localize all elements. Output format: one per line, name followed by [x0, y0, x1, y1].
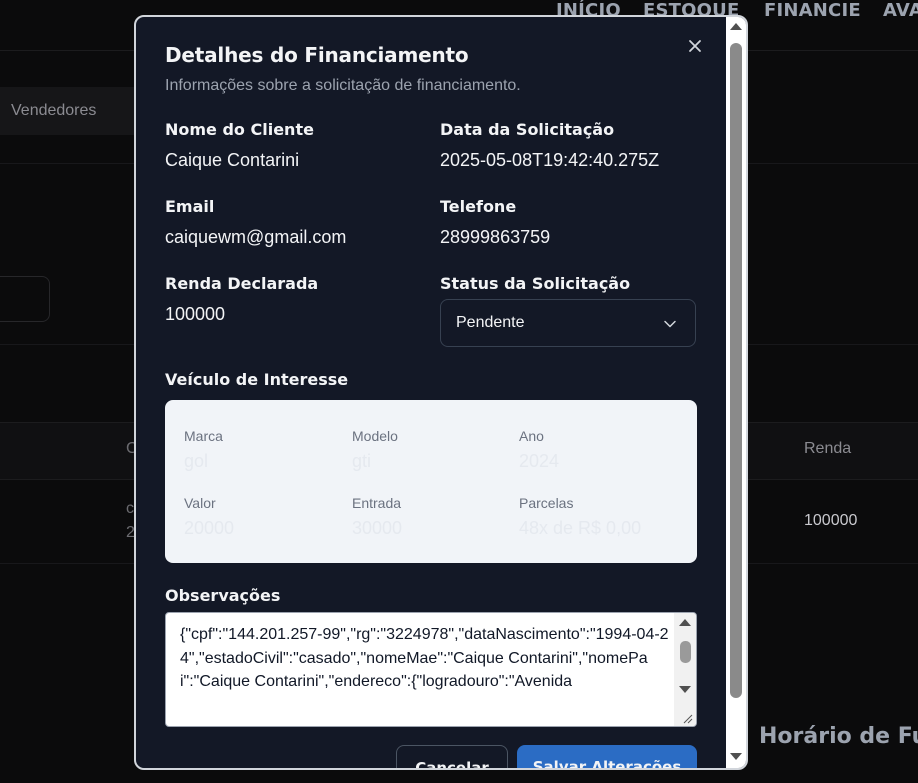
vehicle-model-value: gti: [352, 451, 372, 471]
modal-scrollbar[interactable]: [726, 17, 746, 768]
client-name-value: Caique Contarini: [165, 150, 300, 170]
observations-text: {"cpf":"144.201.257-99","rg":"3224978","…: [180, 626, 669, 690]
vehicle-price-label: Valor: [184, 495, 216, 511]
section-heading-horario: Horário de Fu: [759, 724, 918, 749]
vehicle-installments-label: Parcelas: [519, 495, 574, 511]
vehicle-price-value: 20000: [184, 518, 235, 538]
observations-textarea[interactable]: {"cpf":"144.201.257-99","rg":"3224978","…: [165, 612, 697, 727]
cancel-button[interactable]: Cancelar: [396, 745, 508, 770]
tab-vendedores-label: Vendedores: [11, 102, 97, 119]
table-cell: c: [126, 500, 134, 517]
request-date-value: 2025-05-08T19:42:40.275Z: [440, 150, 660, 170]
background-input[interactable]: [0, 276, 50, 322]
modal-subtitle: Informações sobre a solicitação de finan…: [165, 77, 521, 94]
table-cell-renda: 100000: [804, 512, 858, 529]
observations-label: Observações: [165, 586, 281, 605]
scroll-thumb[interactable]: [680, 641, 691, 663]
vehicle-year-label: Ano: [519, 428, 544, 444]
vehicle-card: Marca gol Modelo gti Ano 2024 Valor 2000…: [165, 400, 697, 563]
vehicle-down-payment-label: Entrada: [352, 495, 402, 511]
request-date-label: Data da Solicitação: [440, 120, 615, 139]
save-changes-button[interactable]: Salvar Alterações: [517, 745, 697, 770]
observations-scrollbar[interactable]: [674, 613, 696, 726]
scroll-down-arrow-icon[interactable]: [730, 753, 742, 760]
client-name-label: Nome do Cliente: [165, 120, 314, 139]
phone-label: Telefone: [440, 197, 517, 216]
vehicle-heading: Veículo de Interesse: [165, 370, 349, 389]
cancel-button-label: Cancelar: [415, 759, 489, 770]
income-label: Renda Declarada: [165, 274, 319, 293]
chevron-down-icon: [664, 320, 676, 328]
table-header-renda: Renda: [804, 440, 852, 457]
status-select[interactable]: Pendente: [440, 299, 696, 347]
modal-title: Detalhes do Financiamento: [165, 43, 469, 67]
phone-value: 28999863759: [440, 227, 551, 247]
save-button-label: Salvar Alterações: [532, 758, 682, 770]
close-icon: [689, 40, 701, 52]
vehicle-down-payment-value: 30000: [352, 518, 403, 538]
vehicle-brand-value: gol: [184, 451, 209, 471]
status-label: Status da Solicitação: [440, 274, 631, 293]
email-label: Email: [165, 197, 215, 216]
close-button[interactable]: [684, 35, 706, 57]
scroll-down-arrow-icon[interactable]: [679, 686, 691, 693]
scroll-up-arrow-icon[interactable]: [679, 619, 691, 626]
nav-ava[interactable]: AVA: [883, 0, 918, 21]
vehicle-model-label: Modelo: [352, 428, 398, 444]
vehicle-year-value: 2024: [519, 451, 560, 471]
vehicle-installments-value: 48x de R$ 0,00: [519, 518, 642, 538]
resize-handle-icon[interactable]: [681, 712, 693, 724]
status-select-value: Pendente: [456, 314, 525, 331]
vehicle-brand-label: Marca: [184, 428, 223, 444]
financing-details-modal: Detalhes do Financiamento Informações so…: [134, 15, 748, 770]
income-value: 100000: [165, 304, 226, 324]
nav-financie[interactable]: FINANCIE: [764, 0, 861, 21]
email-value: caiquewm@gmail.com: [165, 227, 347, 247]
scroll-thumb[interactable]: [730, 43, 742, 698]
scroll-up-arrow-icon[interactable]: [730, 23, 742, 30]
